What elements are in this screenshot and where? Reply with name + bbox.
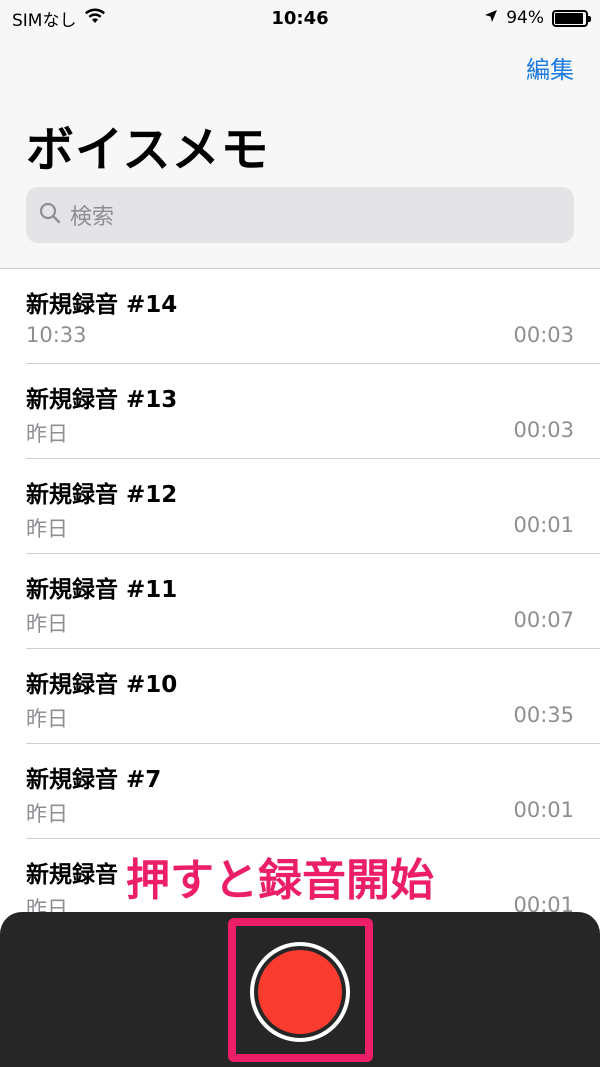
record-highlight-frame: [228, 918, 373, 1062]
recording-date: 昨日: [26, 707, 68, 731]
list-item[interactable]: 新規録音 #12 昨日 00:01: [26, 459, 600, 554]
recording-date: 10:33: [26, 323, 87, 347]
battery-fill: [554, 12, 584, 24]
wifi-icon: [84, 8, 106, 29]
recording-title: 新規録音: [26, 862, 118, 888]
status-left: SIMなし: [12, 6, 212, 31]
recording-title: 新規録音 #11: [26, 577, 178, 603]
recording-duration: 00:01: [513, 798, 574, 822]
search-input[interactable]: 検索: [26, 187, 574, 243]
recording-title: 新規録音 #12: [26, 482, 178, 508]
recording-date: 昨日: [26, 517, 68, 541]
status-right: 94%: [388, 8, 591, 28]
carrier-label: SIMなし: [12, 10, 77, 31]
annotation-label: 押すと録音開始: [125, 854, 435, 907]
battery-percent: 94%: [506, 8, 544, 28]
page-title: ボイスメモ: [26, 122, 270, 178]
recording-duration: 00:03: [513, 323, 574, 347]
list-item[interactable]: 新規録音 #10 昨日 00:35: [26, 649, 600, 744]
search-icon: [38, 201, 62, 229]
list-item[interactable]: 新規録音 #11 昨日 00:07: [26, 554, 600, 649]
recording-date: 昨日: [26, 612, 68, 636]
location-arrow-icon: [484, 8, 498, 28]
search-placeholder: 検索: [70, 205, 115, 230]
recording-duration: 00:01: [513, 513, 574, 537]
status-bar: SIMなし 10:46 94%: [0, 0, 600, 36]
recording-duration: 00:03: [513, 418, 574, 442]
edit-button[interactable]: 編集: [526, 50, 574, 85]
recording-title: 新規録音 #7: [26, 767, 162, 793]
recording-duration: 00:07: [513, 608, 574, 632]
recording-title: 新規録音 #10: [26, 672, 178, 698]
list-item[interactable]: 新規録音 #13 昨日 00:03: [26, 364, 600, 459]
status-time: 10:46: [271, 7, 329, 29]
recording-duration: 00:35: [513, 703, 574, 727]
battery-icon: [551, 9, 591, 27]
recording-date: 昨日: [26, 802, 68, 826]
list-item[interactable]: 新規録音 #14 10:33 00:03: [26, 269, 600, 364]
recording-title: 新規録音 #13: [26, 387, 178, 413]
recording-date: 昨日: [26, 422, 68, 446]
recording-title: 新規録音 #14: [26, 292, 178, 318]
recording-list: 新規録音 #14 10:33 00:03 新規録音 #13 昨日 00:03 新…: [0, 268, 600, 934]
list-item[interactable]: 新規録音 #7 昨日 00:01: [26, 744, 600, 839]
